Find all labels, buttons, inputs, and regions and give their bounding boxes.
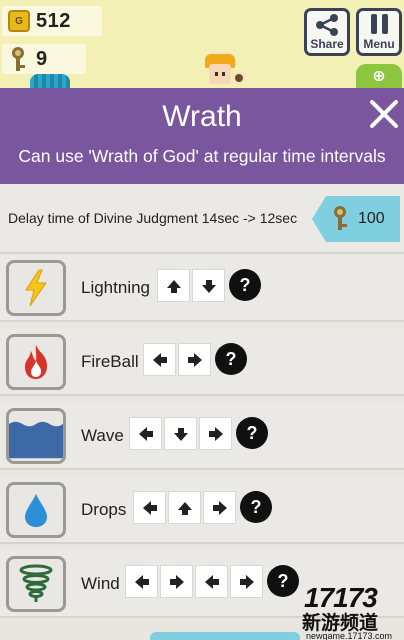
key-icon (330, 205, 352, 231)
wind-icon[interactable] (6, 556, 66, 612)
share-label: Share (310, 37, 344, 51)
watermark-url: newgame.17173.com (306, 631, 393, 640)
share-button[interactable]: Share (304, 8, 350, 56)
arrow-right-icon (199, 417, 232, 450)
arrow-up-icon (168, 491, 201, 524)
arrow-left-icon (129, 417, 162, 450)
skill-row: Wave? (0, 402, 404, 470)
game-hud: G 512 9 Share Menu ⊕ (0, 0, 404, 88)
dialog-header: Wrath Can use 'Wrath of God' at regular … (0, 88, 404, 184)
dialog-title: Wrath (162, 100, 242, 133)
skill-name: Wave (81, 426, 124, 445)
arrow-up-icon (157, 269, 190, 302)
help-button[interactable]: ? (240, 491, 272, 523)
arrow-right-icon (230, 565, 263, 598)
menu-label: Menu (363, 37, 395, 51)
skill-row: Lightning? (0, 254, 404, 322)
arrow-right-icon (160, 565, 193, 598)
arrow-down-icon (192, 269, 225, 302)
key-icon (8, 46, 30, 72)
arrow-right-icon (203, 491, 236, 524)
upgrade-cost: 100 (358, 210, 385, 227)
share-icon (316, 14, 338, 36)
help-button[interactable]: ? (267, 565, 299, 597)
fireball-icon[interactable] (6, 334, 66, 390)
drop-icon[interactable] (6, 482, 66, 538)
combo-keys (125, 565, 263, 598)
help-button[interactable]: ? (236, 417, 268, 449)
arrow-down-icon (164, 417, 197, 450)
coin-icon: G (8, 10, 30, 32)
key-counter: 9 (2, 44, 86, 74)
arrow-right-icon (178, 343, 211, 376)
combo-keys (133, 491, 236, 524)
skill-name: FireBall (81, 352, 139, 371)
player-character (203, 54, 245, 88)
wave-icon[interactable] (6, 408, 66, 464)
partial-button[interactable] (150, 632, 300, 640)
arrow-left-icon (133, 491, 166, 524)
menu-button[interactable]: Menu (356, 8, 402, 56)
pause-icon (370, 14, 388, 34)
help-button[interactable]: ? (229, 269, 261, 301)
combo-keys (157, 269, 225, 302)
close-icon (370, 100, 398, 128)
skill-name: Drops (81, 500, 127, 519)
arrow-left-icon (125, 565, 158, 598)
skill-name: Lightning (81, 278, 151, 297)
gamepad-icon: ⊕ (372, 68, 386, 85)
upgrade-description: Delay time of Divine Judgment 14sec -> 1… (8, 210, 298, 226)
skill-name: Wind (81, 574, 120, 593)
close-button[interactable] (366, 96, 402, 132)
skill-row: FireBall? (0, 328, 404, 396)
arrow-left-icon (143, 343, 176, 376)
buy-upgrade-button[interactable]: 100 (312, 196, 400, 242)
skill-row: Drops? (0, 476, 404, 544)
combo-keys (143, 343, 211, 376)
arrow-left-icon (195, 565, 228, 598)
gamepad-button[interactable]: ⊕ (356, 64, 402, 88)
coin-count: 512 (36, 9, 71, 32)
combo-keys (129, 417, 232, 450)
coin-counter: G 512 (2, 6, 102, 36)
spiky-creature (30, 74, 70, 88)
dialog-subtitle: Can use 'Wrath of God' at regular time i… (18, 146, 386, 166)
help-button[interactable]: ? (215, 343, 247, 375)
key-count: 9 (36, 47, 48, 70)
lightning-icon[interactable] (6, 260, 66, 316)
site-watermark: 17173 新游频道 newgame.17173.com (302, 582, 404, 640)
